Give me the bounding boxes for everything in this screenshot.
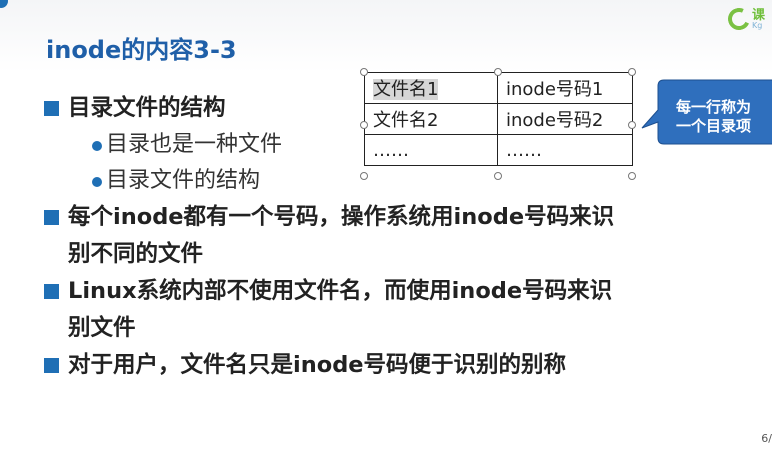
slide: 课 Kg inode的内容3-3 目录文件的结构 目录也是一种文件 目录文件的结… [0, 0, 772, 453]
logo-text-bottom: Kg [752, 20, 763, 30]
directory-table[interactable]: 文件名1 inode号码1 文件名2 inode号码2 …… …… [364, 72, 633, 166]
resize-handle[interactable] [628, 68, 636, 76]
callout-text-line2: 一个目录项 [676, 117, 752, 135]
table-cell[interactable]: 文件名1 [364, 72, 498, 104]
corner-decoration [0, 0, 8, 8]
resize-handle[interactable] [494, 172, 502, 180]
bullet-item: Linux系统内部不使用文件名，而使用inode号码来识 别文件 [40, 273, 740, 347]
bullet-text: 对于用户，文件名只是inode号码便于识别的别称 [68, 352, 567, 378]
table-row: 文件名1 inode号码1 [364, 72, 633, 104]
bullet-item: 对于用户，文件名只是inode号码便于识别的别称 [40, 347, 740, 384]
table-row: …… …… [364, 134, 633, 166]
table-cell[interactable]: …… [497, 134, 633, 166]
dot-bullet-icon [92, 177, 102, 187]
table-cell[interactable]: inode号码2 [497, 103, 633, 135]
square-bullet-icon [44, 210, 59, 225]
square-bullet-icon [44, 358, 59, 373]
bullet-text: Linux系统内部不使用文件名，而使用inode号码来识 [68, 278, 613, 304]
table-cell[interactable]: inode号码1 [497, 72, 633, 104]
sub-bullet-text: 目录文件的结构 [106, 168, 261, 193]
resize-handle[interactable] [360, 121, 368, 129]
bullet-text: 目录文件的结构 [68, 95, 226, 121]
brand-logo: 课 Kg [724, 2, 772, 36]
slide-title: inode的内容3-3 [46, 36, 237, 64]
square-bullet-icon [44, 101, 59, 116]
bullet-text-continued: 别文件 [68, 315, 136, 341]
resize-handle[interactable] [628, 172, 636, 180]
resize-handle[interactable] [360, 68, 368, 76]
table-cell[interactable]: …… [364, 134, 498, 166]
bullet-text: 每个inode都有一个号码，操作系统用inode号码来识 [68, 204, 615, 230]
table-cell[interactable]: 文件名2 [364, 103, 498, 135]
resize-handle[interactable] [628, 121, 636, 129]
logo-text-top: 课 [752, 7, 766, 23]
resize-handle[interactable] [360, 172, 368, 180]
callout-text-line1: 每一行称为 [676, 98, 752, 116]
sub-bullet-item: 目录文件的结构 [40, 163, 740, 199]
square-bullet-icon [44, 284, 59, 299]
logo-c-icon [724, 4, 754, 34]
bullet-text-continued: 别不同的文件 [68, 241, 204, 267]
selected-text: 文件名1 [373, 79, 439, 100]
page-number: 6/ [761, 432, 772, 445]
bullet-item: 每个inode都有一个号码，操作系统用inode号码来识 别不同的文件 [40, 199, 740, 273]
resize-handle[interactable] [494, 68, 502, 76]
table-row: 文件名2 inode号码2 [364, 103, 633, 135]
sub-bullet-text: 目录也是一种文件 [106, 132, 283, 157]
callout-bubble: 每一行称为 一个目录项 [640, 76, 772, 148]
dot-bullet-icon [92, 141, 102, 151]
